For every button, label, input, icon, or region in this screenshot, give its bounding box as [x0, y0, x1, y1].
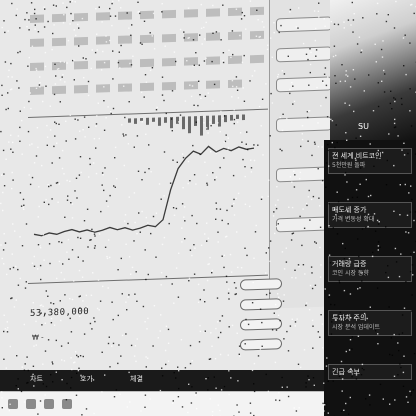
toolbar-row: [30, 30, 270, 47]
trading-screen: 53,380,000 ₩ -: [0, 0, 340, 408]
app-icon[interactable]: [62, 399, 72, 409]
volume-bar: [230, 114, 233, 121]
app-icon[interactable]: [26, 399, 36, 409]
order-row[interactable]: [240, 338, 282, 351]
news-title: 매도세 증가: [332, 206, 367, 214]
news-title: 투자자 주의: [332, 314, 367, 322]
news-item[interactable]: 매도세 증가 가격 변동성 확대: [328, 202, 412, 228]
volume-bar: [224, 115, 227, 123]
toolbar-row: [30, 54, 280, 71]
main-price-readout: 53,380,000: [30, 306, 90, 319]
news-subtitle: 5천만원 돌파: [332, 162, 366, 169]
volume-bar: [176, 116, 179, 124]
volume-bar: [206, 115, 209, 130]
volume-bar: [194, 116, 197, 127]
side-button[interactable]: [276, 76, 332, 93]
news-item[interactable]: 거래량 급증 코인 시장 동향: [328, 256, 412, 282]
volume-bar: [158, 117, 161, 126]
volume-bar: [242, 114, 245, 121]
toolbar-row: [30, 79, 250, 95]
photo-scene: 53,380,000 ₩ - 차트 호가 체결 SU 전 세계 비트코인 5천만…: [0, 0, 416, 416]
news-item[interactable]: 긴급 속보: [328, 364, 412, 380]
volume-bar: [188, 116, 191, 134]
news-subtitle: 시장 분석 업데이트: [332, 324, 380, 331]
volume-bar: [140, 118, 143, 121]
side-button[interactable]: [276, 46, 332, 63]
tab-trades[interactable]: 체결: [130, 374, 143, 384]
news-subtitle: 가격 변동성 확대: [332, 216, 375, 223]
news-panel: SU 전 세계 비트코인 5천만원 돌파 매도세 증가 가격 변동성 확대 거래…: [324, 122, 416, 416]
volume-bar: [182, 116, 185, 130]
volume-bar: [212, 115, 215, 124]
side-button[interactable]: [276, 16, 332, 33]
volume-bar: [164, 117, 167, 123]
volume-bar: [170, 116, 173, 129]
tab-orderbook[interactable]: 호가: [80, 374, 93, 384]
volume-bar: [236, 114, 239, 119]
order-row[interactable]: [240, 318, 282, 331]
news-title: 거래량 급증: [332, 260, 367, 268]
news-item[interactable]: 전 세계 비트코인 5천만원 돌파: [328, 148, 412, 174]
order-row[interactable]: [240, 298, 282, 311]
tab-chart[interactable]: 차트: [30, 374, 43, 384]
volume-bar: [146, 117, 149, 125]
volume-bar: [152, 117, 155, 122]
price-chart: [28, 108, 268, 285]
bottom-tab-bar: 차트 호가 체결: [0, 370, 330, 392]
toolbar-row: [30, 5, 290, 23]
news-header: SU: [358, 122, 369, 131]
news-subtitle: 코인 시장 동향: [332, 270, 369, 277]
volume-bar: [128, 118, 131, 123]
news-title: 전 세계 비트코인: [332, 152, 382, 160]
start-icon[interactable]: [8, 399, 18, 409]
price-line: [33, 145, 255, 237]
chart-svg: [33, 114, 255, 237]
person-photo: [330, 0, 416, 140]
volume-bar: [200, 115, 203, 136]
volume-bars: [128, 114, 245, 136]
news-item[interactable]: 투자자 주의 시장 분석 업데이트: [328, 310, 412, 336]
side-button[interactable]: [276, 116, 332, 133]
small-readout: ₩ -: [32, 333, 44, 342]
news-title: 긴급 속보: [332, 368, 360, 376]
volume-bar: [218, 115, 221, 127]
order-row[interactable]: [240, 278, 282, 291]
app-icon[interactable]: [44, 399, 54, 409]
volume-bar: [134, 118, 137, 124]
